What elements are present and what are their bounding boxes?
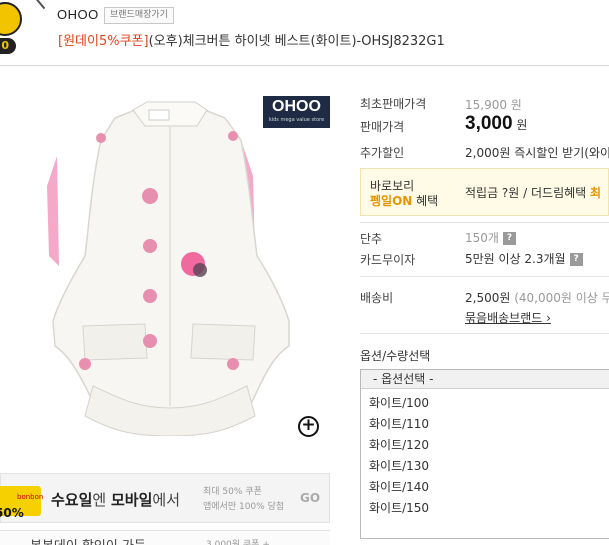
vest-button-shadow (193, 263, 207, 277)
installment-label: 카드무이자 (360, 253, 416, 267)
extra-discount-link[interactable]: 2,000원 즉시할인 받기(와이 (465, 144, 609, 161)
vest-button (143, 289, 157, 303)
promo-headline: 수요일엔 모바일에서 (51, 489, 180, 510)
brand-logo: OHOO kids mega value store (263, 96, 330, 128)
sale-price-label: 판매가격 (360, 120, 405, 134)
title-promo: [원데이5%쿠폰] (58, 34, 149, 49)
promo-end: 에서 (152, 491, 180, 509)
vest-pocket-right (190, 323, 256, 361)
sale-price-unit: 원 (516, 118, 528, 132)
benefit-line2: 펭일ON 혜택 (370, 192, 438, 209)
cart-count: 0 (0, 38, 16, 54)
shipping-value-row: 2,500원 (40,000원 이상 무료 (465, 289, 609, 306)
unit-value: 150개 (465, 231, 499, 245)
cart-badge-icon[interactable] (0, 2, 22, 36)
vest-button (228, 131, 238, 141)
installment-value-row: 5만원 이상 2.3개월? (465, 250, 583, 267)
bonbon-coupon-icon: bonbon 50% (0, 486, 44, 520)
promo-detail-2: 앱에서만 100% 당첨 (203, 502, 285, 512)
promo-detail-1: 최대 50% 쿠폰 (203, 487, 262, 497)
option-item[interactable]: 화이트/150 (369, 499, 429, 516)
benefit-value: 적립금 ?원 / 더드림혜택 최 (465, 184, 601, 201)
option-item[interactable]: 화이트/140 (369, 478, 429, 495)
vest-button (143, 239, 157, 253)
promo-details: 최대 50% 쿠폰 앱에서만 100% 당첨 (203, 485, 284, 515)
product-header: 0 OHOO 브랜드매장가기 [원데이5%쿠폰](오후)체크버튼 하이넷 베스트… (0, 0, 609, 66)
options-placeholder[interactable]: - 옵션선택 - (361, 370, 609, 389)
vest-pocket-left (82, 323, 148, 361)
title-main: (오후)체크버튼 하이넷 베스트(화이트)-OHSJ8232G1 (148, 34, 445, 49)
benefit-line2-rest: 혜택 (412, 194, 439, 208)
brand-name[interactable]: OHOO (57, 7, 99, 22)
divider (360, 333, 609, 334)
bonbon-day-coupon: 3,000원 쿠폰 + (206, 540, 270, 545)
option-item[interactable]: 화이트/120 (369, 436, 429, 453)
extra-discount-label: 추가할인 (360, 146, 405, 160)
bonbon-icon-text: bonbon (17, 493, 44, 501)
bundle-shipping-link[interactable]: 묶음배송브랜드 › (465, 309, 551, 326)
option-item[interactable]: 화이트/110 (369, 415, 429, 432)
zoom-plus-icon[interactable]: + (298, 416, 319, 437)
promo-mobile: 모바일 (110, 491, 153, 509)
promo-day: 수요일 (51, 491, 93, 509)
sale-price: 3,000 원 (465, 113, 527, 135)
mobile-promo-banner[interactable]: bonbon 50% 수요일엔 모바일에서 최대 50% 쿠폰 앱에서만 100… (0, 473, 330, 523)
option-item[interactable]: 화이트/100 (369, 394, 429, 411)
vest-button (142, 188, 158, 204)
vest-label (148, 109, 170, 121)
divider-slash (36, 0, 46, 10)
unit-value-row: 150개? (465, 229, 516, 246)
help-icon[interactable]: ? (502, 232, 516, 245)
bonbon-icon-number: 50% (0, 506, 24, 520)
vest-button (79, 358, 91, 370)
benefit-highlight: 펭일ON (370, 194, 413, 208)
product-title: [원데이5%쿠폰](오후)체크버튼 하이넷 베스트(화이트)-OHSJ8232G… (58, 30, 445, 49)
promo-mid: 엔 (92, 491, 111, 509)
benefit-more-link[interactable]: 최 (590, 186, 601, 200)
first-price-label: 최초판매가격 (360, 97, 427, 111)
promo-go-button[interactable]: GO (300, 491, 320, 505)
installment-value: 5만원 이상 2.3개월 (465, 252, 566, 266)
product-image-area: OHOO kids mega value store + (0, 66, 340, 466)
vest-button (227, 358, 239, 370)
vest-lining (47, 156, 59, 266)
benefit-box: 바로보리 펭일ON 혜택 적립금 ?원 / 더드림혜택 최 (360, 168, 609, 216)
option-item[interactable]: 화이트/130 (369, 457, 429, 474)
help-icon[interactable]: ? (569, 253, 583, 266)
vest-button (143, 334, 157, 348)
bonbon-day-banner[interactable]: 본본데이 할인이 가득 3,000원 쿠폰 + (0, 530, 330, 545)
unit-label: 단추 (360, 232, 383, 246)
sale-price-value: 3,000 (465, 113, 513, 134)
options-label: 옵션/수량선택 (360, 349, 431, 363)
vest-button (96, 133, 106, 143)
product-image[interactable] (45, 96, 295, 436)
divider (360, 276, 609, 277)
shipping-note: (40,000원 이상 무료 (514, 291, 609, 305)
shipping-label: 배송비 (360, 291, 394, 305)
logo-subtext: kids mega value store (268, 117, 325, 123)
benefit-value-text: 적립금 ?원 / 더드림혜택 (465, 186, 591, 200)
vest-collar (132, 101, 208, 127)
brand-shop-button[interactable]: 브랜드매장가기 (104, 7, 174, 24)
options-listbox[interactable]: - 옵션선택 - 화이트/100 화이트/110 화이트/120 화이트/130… (360, 369, 609, 539)
divider (360, 222, 609, 223)
first-price-value: 15,900 원 (465, 98, 522, 112)
bonbon-day-text: 본본데이 할인이 가득 (30, 535, 146, 545)
logo-text: OHOO (272, 98, 321, 115)
shipping-value: 2,500원 (465, 291, 511, 305)
